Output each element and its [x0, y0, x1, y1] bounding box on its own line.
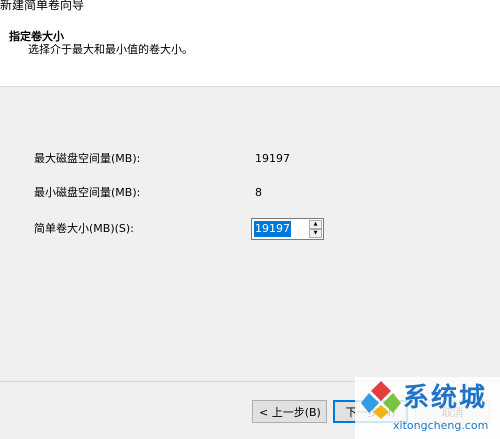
wizard-window: 新建简单卷向导 指定卷大小 选择介于最大和最小值的卷大小。 最大磁盘空间量(MB…: [0, 0, 500, 439]
stepper-up-button[interactable]: ▲: [309, 220, 322, 229]
triangle-up-icon: ▲: [313, 221, 318, 227]
max-space-value: 19197: [255, 152, 290, 165]
site-watermark: 系统城 xitongcheng.com: [355, 377, 500, 439]
wizard-header: 指定卷大小 选择介于最大和最小值的卷大小。: [0, 22, 500, 87]
triangle-down-icon: ▼: [313, 230, 318, 236]
volume-size-label: 简单卷大小(MB)(S):: [34, 222, 134, 235]
back-button[interactable]: < 上一步(B): [252, 400, 327, 423]
window-title: 新建简单卷向导: [0, 0, 85, 12]
min-space-value: 8: [255, 186, 262, 199]
brand-url: xitongcheng.com: [393, 419, 489, 432]
min-space-label: 最小磁盘空间量(MB):: [34, 186, 141, 199]
volume-size-input[interactable]: 19197: [254, 221, 291, 237]
brand-name-cn: 系统城: [403, 383, 488, 413]
brand-logo-icon: [361, 381, 401, 419]
page-subtitle: 选择介于最大和最小值的卷大小。: [28, 43, 193, 56]
max-space-label: 最大磁盘空间量(MB):: [34, 152, 141, 165]
stepper-down-button[interactable]: ▼: [309, 229, 322, 238]
volume-size-stepper[interactable]: 19197 ▲ ▼: [251, 218, 324, 240]
wizard-content: 最大磁盘空间量(MB): 19197 最小磁盘空间量(MB): 8 简单卷大小(…: [0, 87, 500, 381]
stepper-buttons: ▲ ▼: [309, 220, 322, 238]
title-bar: 新建简单卷向导: [0, 0, 500, 22]
